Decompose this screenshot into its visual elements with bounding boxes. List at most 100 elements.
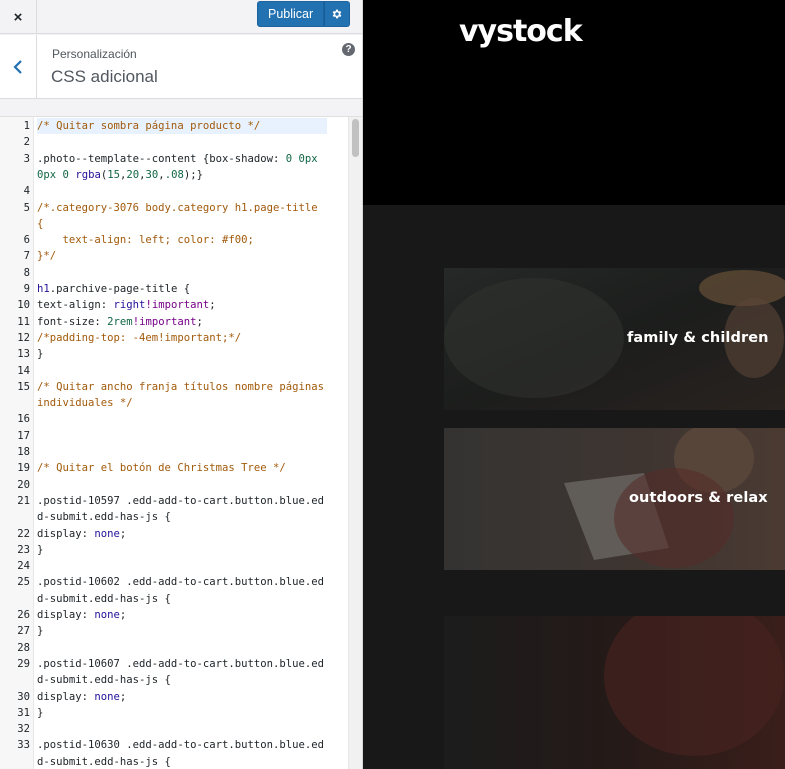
- code-text: display: none;: [37, 607, 327, 623]
- line-number: 27: [17, 625, 30, 638]
- code-token: /* Quitar el botón de Christmas Tree */: [37, 462, 286, 475]
- line-number: 23: [17, 543, 30, 556]
- editor-scrollbar-thumb[interactable]: [352, 119, 359, 157]
- line-number: 11: [17, 315, 30, 328]
- category-tile-third[interactable]: [444, 616, 785, 769]
- help-icon[interactable]: ?: [342, 43, 355, 56]
- code-text: display: none;: [37, 526, 327, 542]
- code-line[interactable]: 3 .photo--template--content {box-shadow: …: [0, 151, 348, 184]
- line-number: 1: [23, 120, 30, 132]
- code-line[interactable]: 14: [0, 363, 348, 379]
- line-number: 28: [17, 641, 30, 654]
- code-line[interactable]: 17: [0, 428, 348, 444]
- code-line[interactable]: 7}*/: [0, 248, 348, 264]
- code-token: /*.category-3076 body.category h1.page-t…: [37, 201, 325, 230]
- code-text: /* Quitar ancho franja títulos nombre pá…: [37, 379, 327, 412]
- code-text: }: [37, 705, 327, 721]
- code-line[interactable]: 18: [0, 444, 348, 460]
- category-tile-label: outdoors & relax: [629, 490, 768, 506]
- code-line[interactable]: 24: [0, 558, 348, 574]
- code-token: .08: [164, 168, 184, 181]
- code-line[interactable]: 1 /* Quitar sombra página producto */: [0, 118, 348, 135]
- code-line[interactable]: 31}: [0, 705, 348, 721]
- code-text: display: none;: [37, 689, 327, 705]
- line-number: 2: [23, 136, 30, 149]
- code-line[interactable]: 21 .postid-10597 .edd-add-to-cart.button.…: [0, 493, 348, 526]
- code-line[interactable]: 4: [0, 183, 348, 199]
- code-line[interactable]: 27}: [0, 623, 348, 639]
- code-line[interactable]: 28: [0, 640, 348, 656]
- code-token: ;: [209, 299, 216, 312]
- category-tile-label: family & children: [627, 330, 769, 346]
- css-code-editor[interactable]: 1/* Quitar sombra página producto */2 3 .p…: [0, 116, 362, 769]
- gear-icon: [332, 9, 342, 19]
- code-line[interactable]: 16: [0, 411, 348, 427]
- code-text: }: [37, 542, 327, 558]
- code-line[interactable]: 11 font-size: 2rem!important;: [0, 314, 348, 330]
- code-token: h1: [37, 283, 50, 295]
- code-text: .photo--template--content {box-shadow: 0…: [37, 151, 327, 184]
- code-token: !important: [145, 299, 210, 312]
- code-line[interactable]: 6 text-align: left; color: #f00;: [0, 232, 348, 248]
- publish-button-label: Publicar: [268, 7, 314, 21]
- publish-button[interactable]: Publicar: [257, 1, 325, 27]
- code-token: }: [37, 706, 44, 719]
- code-text: /*.category-3076 body.category h1.page-t…: [37, 200, 327, 233]
- code-line[interactable]: 12 /*padding-top: -4em!important;*/: [0, 330, 348, 346]
- code-line[interactable]: 29 .postid-10607 .edd-add-to-cart.button.…: [0, 656, 348, 689]
- code-text: }: [37, 623, 327, 639]
- line-number: 30: [17, 690, 30, 703]
- publish-button-group: Publicar: [257, 1, 351, 27]
- category-tile-family[interactable]: family & children: [444, 268, 785, 410]
- line-number: 10: [17, 299, 30, 312]
- code-line[interactable]: 20: [0, 477, 348, 493]
- code-token: }*/: [37, 250, 57, 263]
- code-text: .postid-10597 .edd-add-to-cart.button.bl…: [37, 493, 327, 526]
- code-token: /* Quitar ancho franja títulos nombre pá…: [37, 380, 331, 410]
- code-token: );}: [183, 168, 203, 181]
- line-number: 24: [17, 560, 30, 573]
- publish-settings-button[interactable]: [324, 1, 351, 27]
- code-token: right: [113, 299, 146, 312]
- code-line[interactable]: 22 display: none;: [0, 526, 348, 542]
- line-number: 18: [17, 446, 30, 458]
- code-token: none: [94, 609, 120, 621]
- code-line[interactable]: 2: [0, 134, 348, 150]
- chevron-left-icon: [13, 60, 22, 74]
- code-line[interactable]: 32: [0, 721, 348, 737]
- code-text: /* Quitar sombra página producto */: [37, 118, 327, 135]
- code-line[interactable]: 23}: [0, 542, 348, 558]
- code-token: 2rem: [107, 315, 133, 328]
- line-number: 15: [17, 380, 30, 393]
- site-logo[interactable]: vystock: [459, 14, 583, 49]
- code-line[interactable]: 33 .postid-10630 .edd-add-to-cart.button.…: [0, 737, 348, 769]
- line-number: 22: [17, 527, 30, 540]
- back-button[interactable]: [0, 35, 37, 99]
- line-number: 19: [17, 462, 30, 475]
- line-number: 3: [23, 152, 30, 165]
- code-token: 0px: [298, 152, 318, 165]
- code-line[interactable]: 8: [0, 265, 348, 281]
- editor-scrollbar[interactable]: [348, 117, 362, 769]
- code-line[interactable]: 30 display: none;: [0, 689, 348, 705]
- code-token: !important: [132, 315, 197, 328]
- code-line[interactable]: 19 /* Quitar el botón de Christmas Tree *…: [0, 460, 348, 476]
- code-line[interactable]: 15 /* Quitar ancho franja títulos nombre …: [0, 379, 348, 412]
- code-line[interactable]: 9 h1.parchive-page-title {: [0, 281, 348, 297]
- code-text: text-align: left; color: #f00;: [37, 232, 327, 248]
- code-line[interactable]: 13}: [0, 346, 348, 362]
- code-area[interactable]: 1/* Quitar sombra página producto */2 3 .p…: [0, 117, 348, 769]
- code-line[interactable]: 26 display: none;: [0, 607, 348, 623]
- code-text: /* Quitar el botón de Christmas Tree */: [37, 460, 327, 476]
- preview-header: vystock: [363, 0, 785, 205]
- code-text: /*padding-top: -4em!important;*/: [37, 330, 327, 346]
- code-line[interactable]: 10 text-align: right!important;: [0, 297, 348, 313]
- site-logo-text: vystock: [459, 14, 583, 49]
- code-token: display:: [37, 527, 95, 540]
- code-token: .postid-10630 .edd-add-to-cart.button.bl…: [37, 739, 325, 768]
- close-button[interactable]: ×: [0, 0, 37, 34]
- code-token: ;: [119, 527, 127, 540]
- code-line[interactable]: 5 /*.category-3076 body.category h1.page-…: [0, 200, 348, 233]
- code-line[interactable]: 25 .postid-10602 .edd-add-to-cart.button.…: [0, 574, 348, 607]
- category-tile-outdoors[interactable]: outdoors & relax: [444, 428, 785, 570]
